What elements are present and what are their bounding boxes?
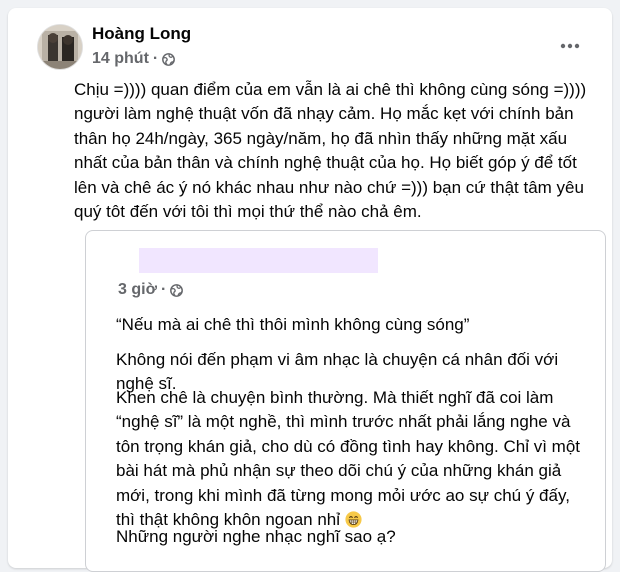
shared-post-meta: 3 giờ · [118,280,184,300]
post-header: Hoàng Long 14 phút · [8,8,612,74]
shared-paragraph: Khen chê là chuyện bình thường. Mà thiết… [116,386,590,532]
shared-paragraph: Những người nghe nhạc nghĩ sao ạ? [116,527,396,546]
post-card: Hoàng Long 14 phút · Chịu =)))) quan điể… [8,8,612,572]
author-name[interactable]: Hoàng Long [92,24,191,44]
redacted-author-name [139,248,378,273]
post-time[interactable]: 14 phút [92,50,149,68]
more-options-icon[interactable] [556,32,584,60]
avatar[interactable] [38,25,82,69]
meta-separator: · [152,50,159,67]
shared-paragraph: “Nếu mà ai chê thì thôi mình không cùng … [116,315,470,334]
shared-post-time[interactable]: 3 giờ [118,281,157,299]
shared-post[interactable]: 3 giờ · “Nếu mà ai chê thì thôi mình khô… [85,230,606,572]
post-text: Chịu =)))) quan điểm của em vẫn là ai ch… [74,80,587,222]
avatar-image [38,25,82,69]
post-meta: 14 phút · [92,49,176,69]
shared-paragraph-text: Khen chê là chuyện bình thường. Mà thiết… [116,388,581,530]
globe-icon[interactable] [170,283,184,297]
meta-separator: · [160,281,167,298]
globe-icon[interactable] [162,52,176,66]
